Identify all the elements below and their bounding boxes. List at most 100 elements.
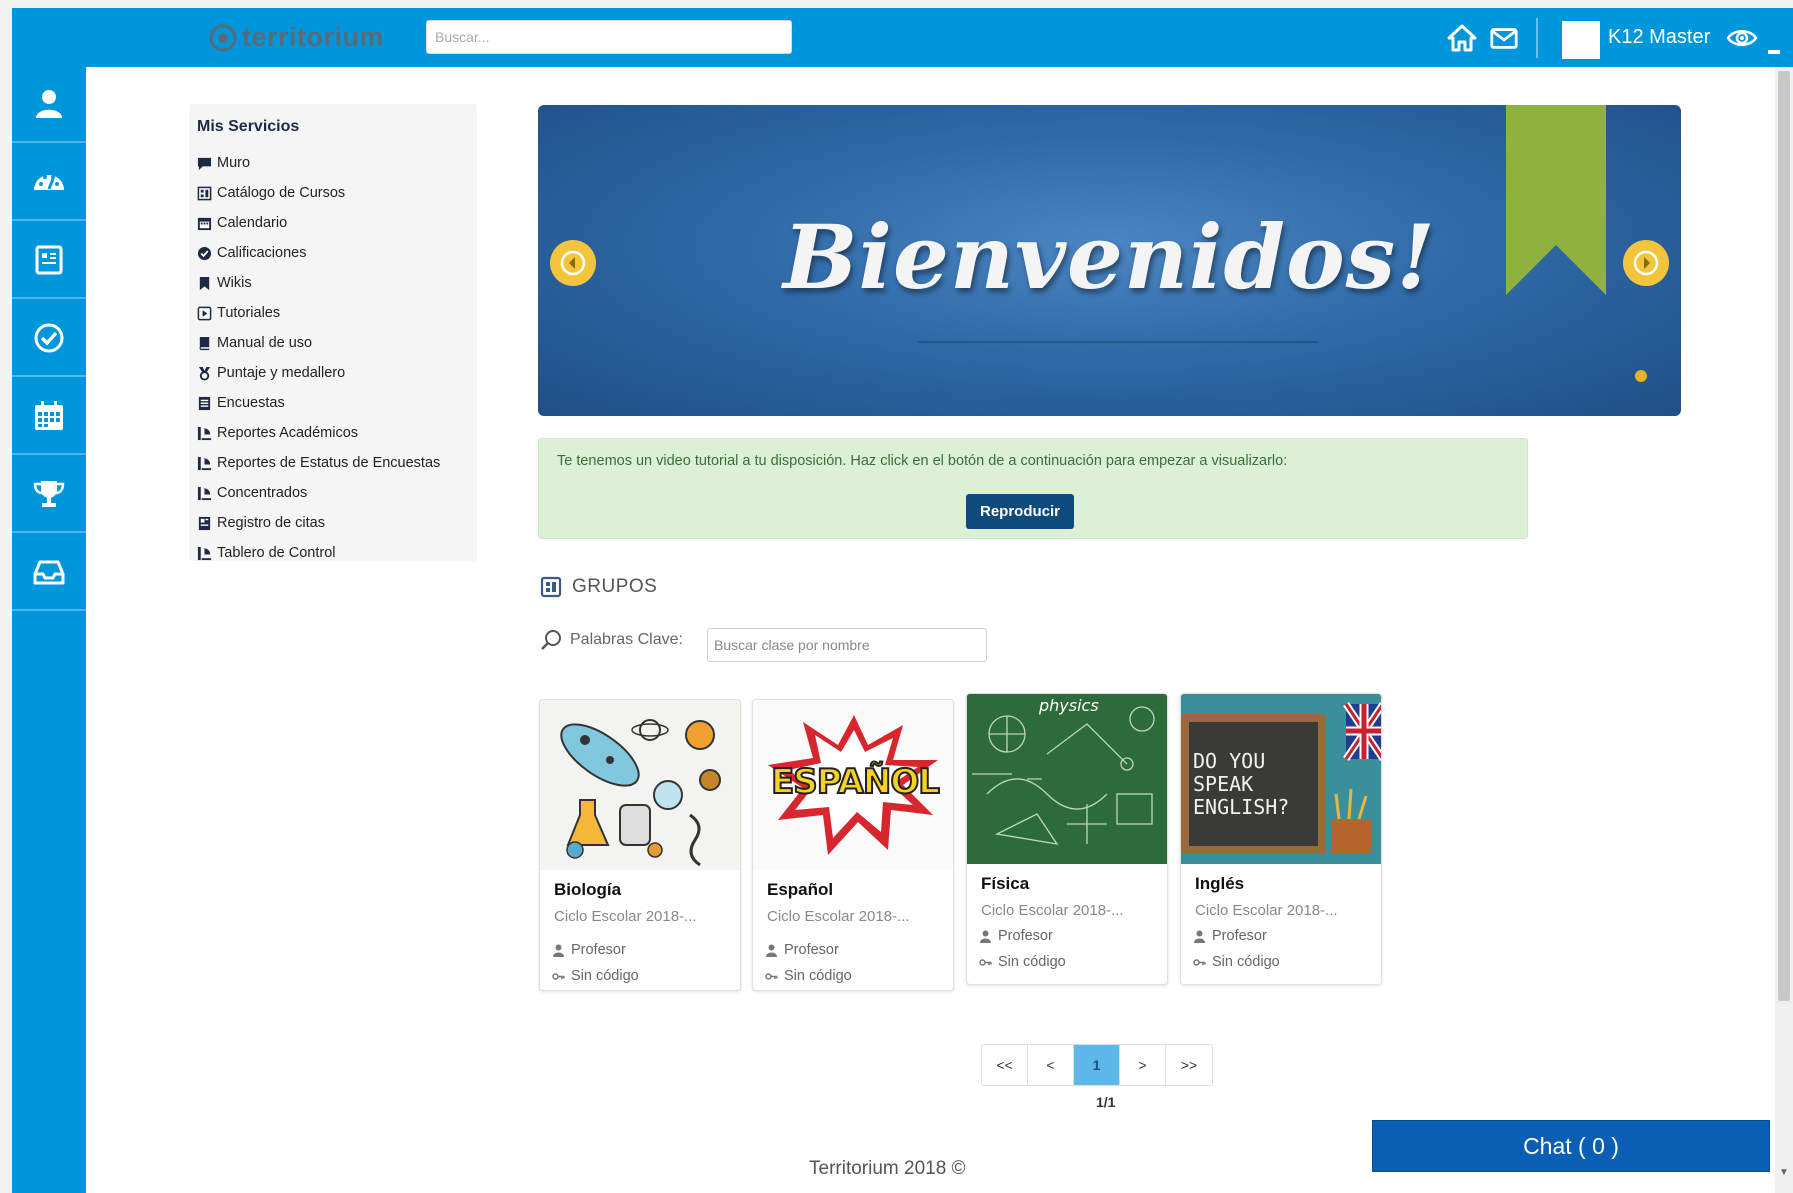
user-icon [36,90,62,118]
topbar-divider [1536,18,1538,58]
vertical-scrollbar[interactable]: ▼ [1775,67,1793,1193]
chevron-right-icon [1633,250,1659,276]
card-code: Sin código [765,968,852,984]
service-item-encuestas[interactable]: Encuestas [197,388,440,418]
top-bar: territorium K12 Master [12,8,1793,67]
service-item-reportes-estatus[interactable]: Reportes de Estatus de Encuestas [197,448,440,478]
scroll-down-arrow-icon[interactable]: ▼ [1779,1167,1789,1178]
footer-text: Territorium 2018 © [809,1158,966,1179]
rail-calendar-button[interactable] [12,379,86,455]
user-icon [553,944,564,957]
play-button[interactable]: Reproducir [966,494,1074,529]
service-item-calendario[interactable]: Calendario [197,208,440,238]
services-list: Muro Catálogo de Cursos Calendario Calif… [197,148,440,568]
service-item-reportes-academicos[interactable]: Reportes Académicos [197,418,440,448]
service-item-registro-citas[interactable]: Registro de citas [197,508,440,538]
class-search-input[interactable] [707,628,987,662]
card-teacher: Profesor [979,928,1053,944]
service-item-catalogo[interactable]: Catálogo de Cursos [197,178,440,208]
play-square-icon [197,306,212,320]
physics-image-text: physics [1039,696,1099,715]
chevron-left-icon [560,250,586,276]
group-card-ingles[interactable]: DO YOU SPEAK ENGLISH? Inglés Ciclo Escol… [1180,693,1382,985]
rail-inbox-button[interactable] [12,535,86,611]
tutorial-notice: Te tenemos un video tutorial a tu dispos… [538,438,1528,539]
service-item-manual[interactable]: Manual de uso [197,328,440,358]
page-prev-button[interactable]: < [1028,1045,1074,1085]
medal-icon [198,366,211,381]
eye-icon[interactable] [1724,20,1760,56]
card-teacher: Profesor [765,942,839,958]
banner-title: Bienvenidos! [783,205,1436,309]
catalog-icon [35,245,63,275]
rail-user-button[interactable] [12,67,86,143]
card-cycle: Ciclo Escolar 2018-... [554,908,697,925]
rail-grades-button[interactable] [12,301,86,377]
group-card-espanol[interactable]: ESPAÑOL Español Ciclo Escolar 2018-... P… [752,699,954,991]
service-item-calificaciones[interactable]: Calificaciones [197,238,440,268]
page-current-button[interactable]: 1 [1074,1045,1120,1085]
group-card-fisica[interactable]: physics Física Ciclo Escolar 2018-... Pr… [966,693,1168,985]
page-next-button[interactable]: > [1120,1045,1166,1085]
global-search-input[interactable] [426,20,792,54]
banner-next-button[interactable] [1623,240,1669,286]
calendar-icon [197,217,212,230]
card-code: Sin código [1193,954,1280,970]
card-title: Inglés [1195,874,1245,893]
bookmark-icon [199,276,210,290]
card-teacher: Profesor [552,942,626,958]
report-icon [197,546,212,560]
logo-icon [209,24,237,51]
group-card-biologia[interactable]: Biología Ciclo Escolar 2018-... Profesor… [539,699,741,991]
english-image-text: DO YOU SPEAK ENGLISH? [1193,749,1290,819]
mail-icon[interactable] [1486,20,1522,56]
list-icon [198,396,211,410]
service-item-tablero[interactable]: Tablero de Control [197,538,440,568]
comment-icon [197,157,212,170]
minimize-button[interactable] [1768,50,1780,54]
service-item-tutoriales[interactable]: Tutoriales [197,298,440,328]
chat-button[interactable]: Chat ( 0 ) [1372,1120,1770,1172]
banner-underline [918,341,1318,343]
carousel-indicator[interactable] [1635,370,1647,382]
biology-illustration [540,700,740,870]
user-icon [766,944,777,957]
rail-trophy-button[interactable] [12,457,86,533]
card-cycle: Ciclo Escolar 2018-... [767,908,910,925]
service-item-concentrados[interactable]: Concentrados [197,478,440,508]
services-panel: Mis Servicios Muro Catálogo de Cursos Ca… [189,104,477,561]
search-icon [541,630,561,650]
page-first-button[interactable]: << [982,1045,1028,1085]
key-icon [1193,958,1206,966]
rail-catalog-button[interactable] [12,223,86,299]
service-item-muro[interactable]: Muro [197,148,440,178]
catalog-icon [197,186,212,200]
banner-prev-button[interactable] [550,240,596,286]
book-icon [198,516,211,530]
trophy-icon [33,481,65,507]
catalog-icon [540,576,562,598]
service-item-wikis[interactable]: Wikis [197,268,440,298]
card-teacher: Profesor [1193,928,1267,944]
scrollbar-thumb[interactable] [1778,71,1790,1001]
key-icon [979,958,992,966]
espanol-image-text: ESPAÑOL [770,761,941,803]
home-icon[interactable] [1444,20,1480,56]
page-info: 1/1 [1096,1094,1116,1110]
service-item-puntaje[interactable]: Puntaje y medallero [197,358,440,388]
card-cycle: Ciclo Escolar 2018-... [981,902,1124,919]
card-cycle: Ciclo Escolar 2018-... [1195,902,1338,919]
groups-heading: GRUPOS [540,576,657,598]
report-icon [197,486,212,500]
report-icon [197,456,212,470]
user-name[interactable]: K12 Master [1608,26,1710,49]
inbox-icon [33,560,65,585]
calendar-icon [35,401,63,430]
avatar[interactable] [1562,21,1600,59]
check-circle-icon [197,246,212,260]
logo[interactable]: territorium [208,22,384,53]
espanol-comic-image: ESPAÑOL [753,700,953,870]
page-last-button[interactable]: >> [1166,1045,1212,1085]
rail-dashboard-button[interactable] [12,145,86,221]
report-icon [197,426,212,440]
